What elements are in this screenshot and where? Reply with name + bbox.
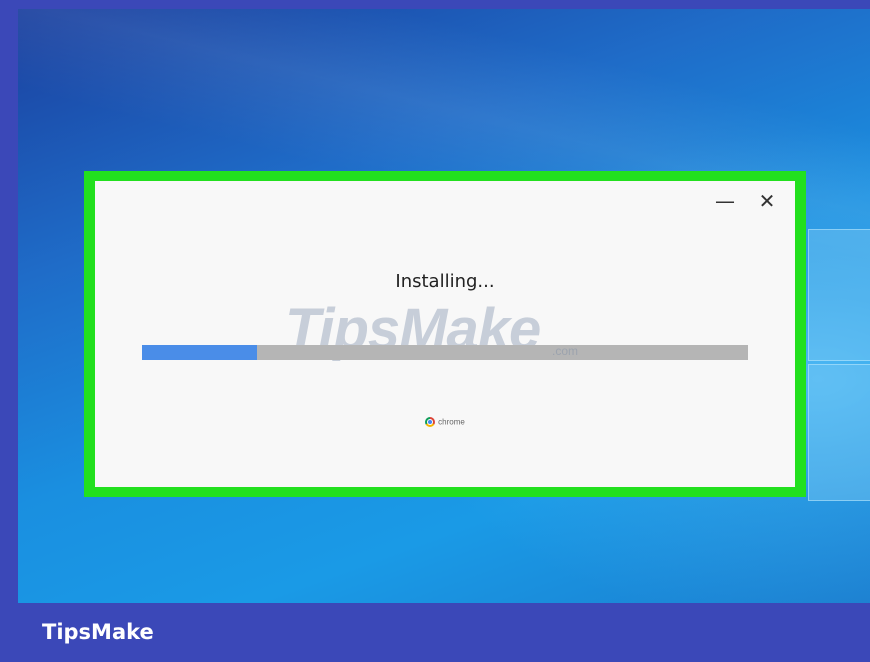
minimize-button[interactable]: — xyxy=(711,187,739,215)
close-icon: ✕ xyxy=(758,189,776,213)
status-text: Installing... xyxy=(395,271,495,292)
footer-label: TipsMake xyxy=(42,620,154,644)
windows-logo-pane-bottom xyxy=(808,364,870,501)
installer-dialog: — ✕ Installing... TipsMake .com chrome xyxy=(95,181,795,487)
image-frame: — ✕ Installing... TipsMake .com chrome T… xyxy=(0,0,870,662)
windows-logo-pane-top xyxy=(808,229,870,361)
progress-bar xyxy=(142,345,748,360)
brand-row: chrome xyxy=(95,417,795,427)
brand-label: chrome xyxy=(438,417,465,427)
progress-bar-fill xyxy=(142,345,258,360)
chrome-logo-icon xyxy=(425,417,436,427)
minimize-icon: — xyxy=(715,189,735,213)
close-button[interactable]: ✕ xyxy=(753,187,781,215)
